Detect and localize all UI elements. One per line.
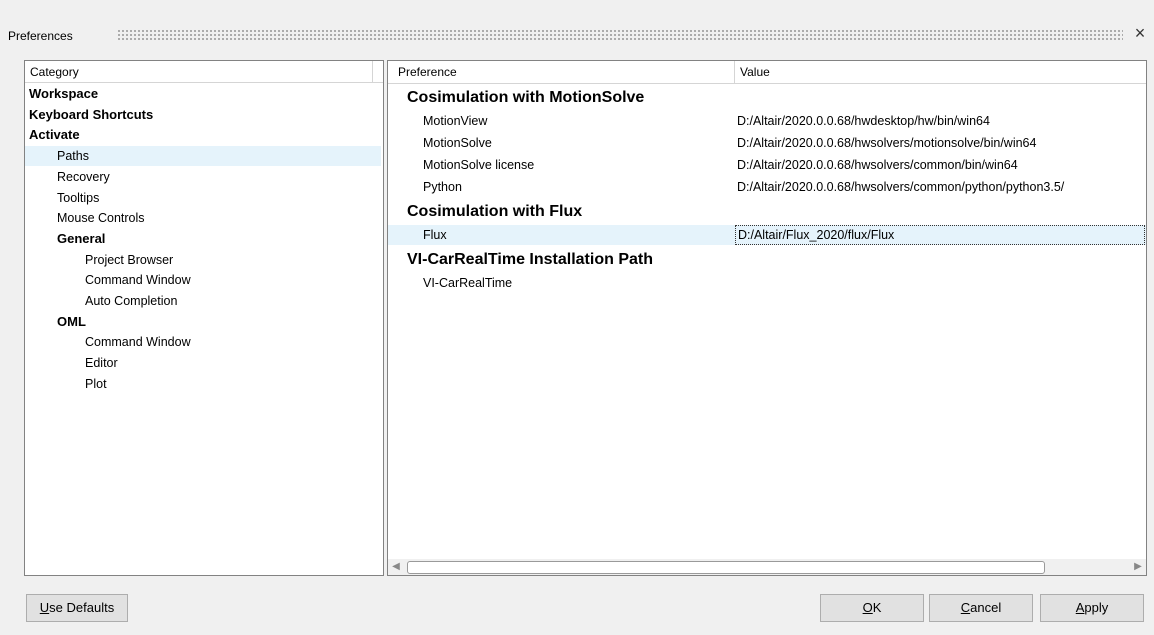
preferences-panel: Preference Value Cosimulation with Motio…: [387, 60, 1147, 576]
preference-name: Python: [423, 180, 462, 194]
preference-value[interactable]: D:/Altair/2020.0.0.68/hwdesktop/hw/bin/w…: [737, 111, 990, 131]
preference-column-header[interactable]: Preference: [398, 61, 457, 83]
category-item[interactable]: General: [25, 229, 381, 249]
preference-row[interactable]: Flux D:/Altair/Flux_2020/flux/Flux: [388, 225, 1146, 245]
column-separator[interactable]: [734, 61, 735, 83]
close-icon[interactable]: ×: [1130, 23, 1150, 44]
category-item[interactable]: OML: [25, 312, 381, 332]
preference-name: MotionView: [423, 114, 488, 128]
preference-value[interactable]: D:/Altair/Flux_2020/flux/Flux: [735, 225, 1145, 245]
category-item[interactable]: Command Window: [25, 332, 381, 352]
title-bar: Preferences ×: [0, 0, 1154, 50]
category-item[interactable]: Recovery: [25, 167, 381, 187]
preference-row[interactable]: VI-CarRealTime: [388, 273, 1146, 293]
preference-name: VI-CarRealTime: [423, 276, 513, 290]
category-item[interactable]: Plot: [25, 374, 381, 394]
use-defaults-button[interactable]: Use Defaults: [26, 594, 128, 622]
category-item[interactable]: Command Window: [25, 270, 381, 290]
preference-name: Flux: [423, 228, 447, 242]
preference-name: MotionSolve: [423, 136, 492, 150]
category-item[interactable]: Editor: [25, 353, 381, 373]
category-header-label: Category: [30, 65, 79, 79]
category-item[interactable]: Workspace: [25, 84, 381, 104]
column-separator: [372, 61, 373, 83]
preference-row[interactable]: MotionSolve D:/Altair/2020.0.0.68/hwsolve…: [388, 133, 1146, 153]
category-item[interactable]: Tooltips: [25, 188, 381, 208]
value-column-header[interactable]: Value: [740, 61, 770, 83]
category-item[interactable]: Keyboard Shortcuts: [25, 105, 381, 125]
category-item[interactable]: Mouse Controls: [25, 208, 381, 228]
preference-value[interactable]: D:/Altair/2020.0.0.68/hwsolvers/common/p…: [737, 177, 1064, 197]
preference-value[interactable]: D:/Altair/2020.0.0.68/hwsolvers/common/b…: [737, 155, 1018, 175]
preference-group-title: Cosimulation with MotionSolve: [407, 89, 645, 106]
preferences-header: Preference Value: [388, 61, 1146, 84]
apply-button[interactable]: Apply: [1040, 594, 1144, 622]
category-item[interactable]: Auto Completion: [25, 291, 381, 311]
window-title: Preferences: [8, 29, 73, 43]
category-item[interactable]: Paths: [25, 146, 381, 167]
ok-button[interactable]: OK: [820, 594, 924, 622]
scroll-left-icon[interactable]: ◀: [388, 559, 404, 575]
preference-group-title: Cosimulation with Flux: [407, 203, 583, 220]
scroll-right-icon[interactable]: ▶: [1130, 559, 1146, 575]
cancel-button[interactable]: Cancel: [929, 594, 1033, 622]
preference-group-title: VI-CarRealTime Installation Path: [407, 251, 653, 268]
preference-row[interactable]: MotionView D:/Altair/2020.0.0.68/hwdeskto…: [388, 111, 1146, 131]
preference-value[interactable]: D:/Altair/2020.0.0.68/hwsolvers/motionso…: [737, 133, 1036, 153]
preference-name: MotionSolve license: [423, 158, 535, 172]
category-item[interactable]: Activate: [25, 125, 381, 145]
horizontal-scrollbar[interactable]: ◀ ▶: [388, 559, 1146, 575]
drag-handle[interactable]: [117, 29, 1123, 41]
category-header[interactable]: Category: [25, 61, 383, 83]
scrollbar-thumb[interactable]: [407, 561, 1045, 574]
category-panel: Category Workspace Keyboard Shortcuts Acti…: [24, 60, 384, 576]
preference-row[interactable]: Python D:/Altair/2020.0.0.68/hwsolvers/co…: [388, 177, 1146, 197]
category-item[interactable]: Project Browser: [25, 250, 381, 270]
preference-row[interactable]: MotionSolve license D:/Altair/2020.0.0.68…: [388, 155, 1146, 175]
